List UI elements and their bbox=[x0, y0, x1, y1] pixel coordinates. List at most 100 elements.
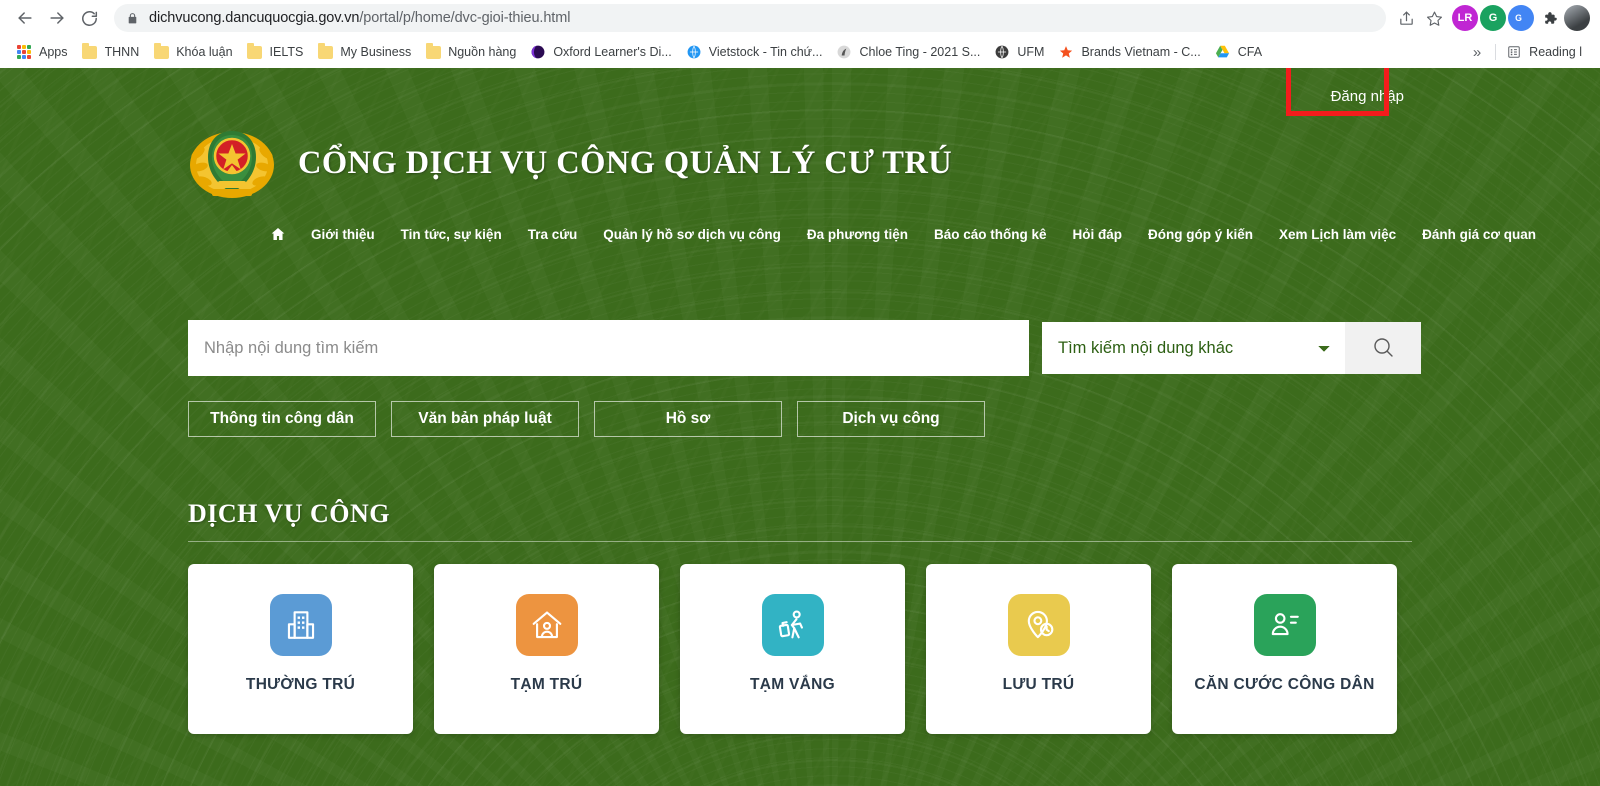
bookmark-ielts[interactable]: IELTS bbox=[241, 41, 312, 63]
url-domain: dichvucong.dancuquocgia.gov.vn bbox=[149, 10, 360, 26]
nav-item-da-phuong-tien[interactable]: Đa phương tiện bbox=[794, 221, 921, 248]
traveler-icon bbox=[761, 594, 824, 656]
bookmark-label: THNN bbox=[104, 45, 140, 59]
quick-link-dich-vu-cong[interactable]: Dịch vụ công bbox=[797, 401, 985, 437]
bookmark-label: Oxford Learner's Di... bbox=[553, 45, 672, 59]
google-translate-extension-icon[interactable]: G bbox=[1508, 5, 1534, 31]
bookmark-ufm[interactable]: UFM bbox=[988, 41, 1052, 63]
login-label: Đăng nhập bbox=[1330, 88, 1404, 105]
bookmark-chloe-ting[interactable]: Chloe Ting - 2021 S... bbox=[830, 41, 988, 63]
reading-list-icon bbox=[1506, 44, 1522, 60]
back-arrow-icon[interactable] bbox=[10, 3, 40, 33]
quick-link-thong-tin-cong-dan[interactable]: Thông tin công dân bbox=[188, 401, 376, 437]
nav-item-bao-cao-thong-ke[interactable]: Báo cáo thống kê bbox=[921, 221, 1060, 248]
nav-item-xem-lich-lam-viec[interactable]: Xem Lịch làm việc bbox=[1266, 221, 1409, 248]
folder-icon bbox=[317, 42, 333, 60]
search-button[interactable] bbox=[1345, 322, 1421, 374]
reading-list-label: Reading l bbox=[1529, 45, 1582, 59]
service-card-label: THƯỜNG TRÚ bbox=[245, 676, 356, 693]
service-cards: THƯỜNG TRÚ TẠM TRÚ TẠM VẮNG LƯU TRÚ CĂN … bbox=[0, 564, 1600, 734]
quick-links: Thông tin công dân Văn bản pháp luật Hồ … bbox=[0, 401, 1600, 437]
bookmark-label: IELTS bbox=[269, 45, 304, 59]
site-icon bbox=[994, 44, 1010, 60]
extensions-puzzle-icon[interactable] bbox=[1536, 5, 1562, 31]
bookmark-khoa-luan[interactable]: Khóa luận bbox=[147, 41, 240, 63]
profile-avatar[interactable] bbox=[1564, 5, 1590, 31]
login-row: Đăng nhập bbox=[0, 68, 1600, 126]
service-card-can-cuoc-cong-dan[interactable]: CĂN CƯỚC CÔNG DÂN bbox=[1172, 564, 1397, 734]
bookmark-apps[interactable]: Apps bbox=[10, 41, 76, 63]
nav-home-icon[interactable] bbox=[258, 220, 298, 248]
nav-item-gioi-thieu[interactable]: Giới thiệu bbox=[298, 221, 388, 248]
bookmark-vietstock[interactable]: Vietstock - Tin chứ... bbox=[680, 41, 831, 63]
drive-icon bbox=[1215, 44, 1231, 60]
bookmark-cfa[interactable]: CFA bbox=[1209, 41, 1270, 63]
service-card-thuong-tru[interactable]: THƯỜNG TRÚ bbox=[188, 564, 413, 734]
service-card-label: TẠM VẮNG bbox=[749, 676, 836, 693]
browser-chrome: dichvucong.dancuquocgia.gov.vn/portal/p/… bbox=[0, 0, 1600, 68]
quick-link-ho-so[interactable]: Hồ sơ bbox=[594, 401, 782, 437]
page-body: Đăng nhập CỔNG DỊCH VỤ CÔNG QUẢN LÝ CƯ T… bbox=[0, 68, 1600, 786]
bookmark-label: CFA bbox=[1237, 45, 1263, 59]
nav-item-hoi-dap[interactable]: Hỏi đáp bbox=[1060, 221, 1136, 248]
nav-item-dong-gop-y-kien[interactable]: Đóng góp ý kiến bbox=[1135, 221, 1266, 248]
building-icon bbox=[269, 594, 332, 656]
address-bar[interactable]: dichvucong.dancuquocgia.gov.vn/portal/p/… bbox=[114, 4, 1386, 32]
bookmark-label: Apps bbox=[39, 45, 68, 59]
quick-link-van-ban-phap-luat[interactable]: Văn bản pháp luật bbox=[391, 401, 579, 437]
bookmark-my-business[interactable]: My Business bbox=[311, 41, 419, 63]
reading-list-button[interactable]: Reading l bbox=[1500, 41, 1590, 63]
site-icon bbox=[530, 44, 546, 60]
section-divider bbox=[188, 541, 1412, 542]
svg-text:G: G bbox=[1515, 13, 1522, 23]
house-person-icon bbox=[515, 594, 578, 656]
bookmark-thnn[interactable]: THNN bbox=[76, 41, 148, 63]
bookmark-label: Chloe Ting - 2021 S... bbox=[859, 45, 981, 59]
lock-icon bbox=[126, 12, 139, 25]
service-card-tam-tru[interactable]: TẠM TRÚ bbox=[434, 564, 659, 734]
main-navigation: Giới thiệu Tin tức, sự kiện Tra cứu Quản… bbox=[0, 206, 1600, 262]
site-icon bbox=[836, 44, 852, 60]
bookmark-label: UFM bbox=[1017, 45, 1045, 59]
reload-icon[interactable] bbox=[74, 3, 104, 33]
folder-icon bbox=[425, 42, 441, 60]
url-path: /portal/p/home/dvc-gioi-thieu.html bbox=[359, 10, 571, 26]
bookmark-label: Nguồn hàng bbox=[448, 45, 517, 59]
bookmark-label: Vietstock - Tin chứ... bbox=[708, 45, 823, 59]
share-icon[interactable] bbox=[1392, 4, 1420, 32]
login-button[interactable]: Đăng nhập bbox=[1285, 68, 1430, 118]
bookmark-oxford[interactable]: Oxford Learner's Di... bbox=[524, 41, 679, 63]
site-icon bbox=[686, 44, 702, 60]
service-card-label: CĂN CƯỚC CÔNG DÂN bbox=[1194, 676, 1375, 693]
service-card-tam-vang[interactable]: TẠM VẮNG bbox=[680, 564, 905, 734]
bookmarks-bar: Apps THNN Khóa luận IELTS My Business Ng… bbox=[0, 36, 1600, 68]
search-spacer bbox=[1029, 320, 1042, 376]
star-icon[interactable] bbox=[1420, 4, 1448, 32]
bookmark-label: My Business bbox=[340, 45, 412, 59]
nav-item-danh-gia-co-quan[interactable]: Đánh giá cơ quan bbox=[1409, 221, 1549, 248]
lastpass-extension-icon[interactable]: LR bbox=[1452, 5, 1478, 31]
services-section-header: DỊCH VỤ CÔNG bbox=[0, 499, 1600, 542]
forward-arrow-icon[interactable] bbox=[42, 3, 72, 33]
bookmark-label: Khóa luận bbox=[176, 45, 233, 59]
folder-icon bbox=[153, 42, 169, 60]
vietnam-public-security-emblem bbox=[188, 123, 276, 203]
bookmarks-overflow-button[interactable]: » bbox=[1463, 44, 1491, 61]
url-text: dichvucong.dancuquocgia.gov.vn/portal/p/… bbox=[149, 10, 570, 26]
service-card-luu-tru[interactable]: LƯU TRÚ bbox=[926, 564, 1151, 734]
search-bar: Tìm kiếm nội dung khác bbox=[0, 320, 1600, 376]
bookmark-nguon-hang[interactable]: Nguồn hàng bbox=[419, 41, 524, 63]
services-section-title: DỊCH VỤ CÔNG bbox=[188, 499, 390, 528]
id-card-icon bbox=[1253, 594, 1316, 656]
nav-item-tin-tuc[interactable]: Tin tức, sự kiện bbox=[388, 221, 515, 248]
search-input[interactable] bbox=[188, 320, 1029, 376]
grammarly-extension-icon[interactable]: G bbox=[1480, 5, 1506, 31]
star-icon bbox=[1058, 44, 1074, 60]
search-scope-select[interactable]: Tìm kiếm nội dung khác bbox=[1042, 322, 1345, 374]
folder-icon bbox=[82, 42, 98, 60]
nav-item-quan-ly-ho-so[interactable]: Quản lý hồ sơ dịch vụ công bbox=[590, 221, 794, 248]
bookmark-brands-vietnam[interactable]: Brands Vietnam - C... bbox=[1052, 41, 1208, 63]
bookmark-label: Brands Vietnam - C... bbox=[1081, 45, 1201, 59]
pin-clock-icon bbox=[1007, 594, 1070, 656]
nav-item-tra-cuu[interactable]: Tra cứu bbox=[515, 221, 591, 248]
